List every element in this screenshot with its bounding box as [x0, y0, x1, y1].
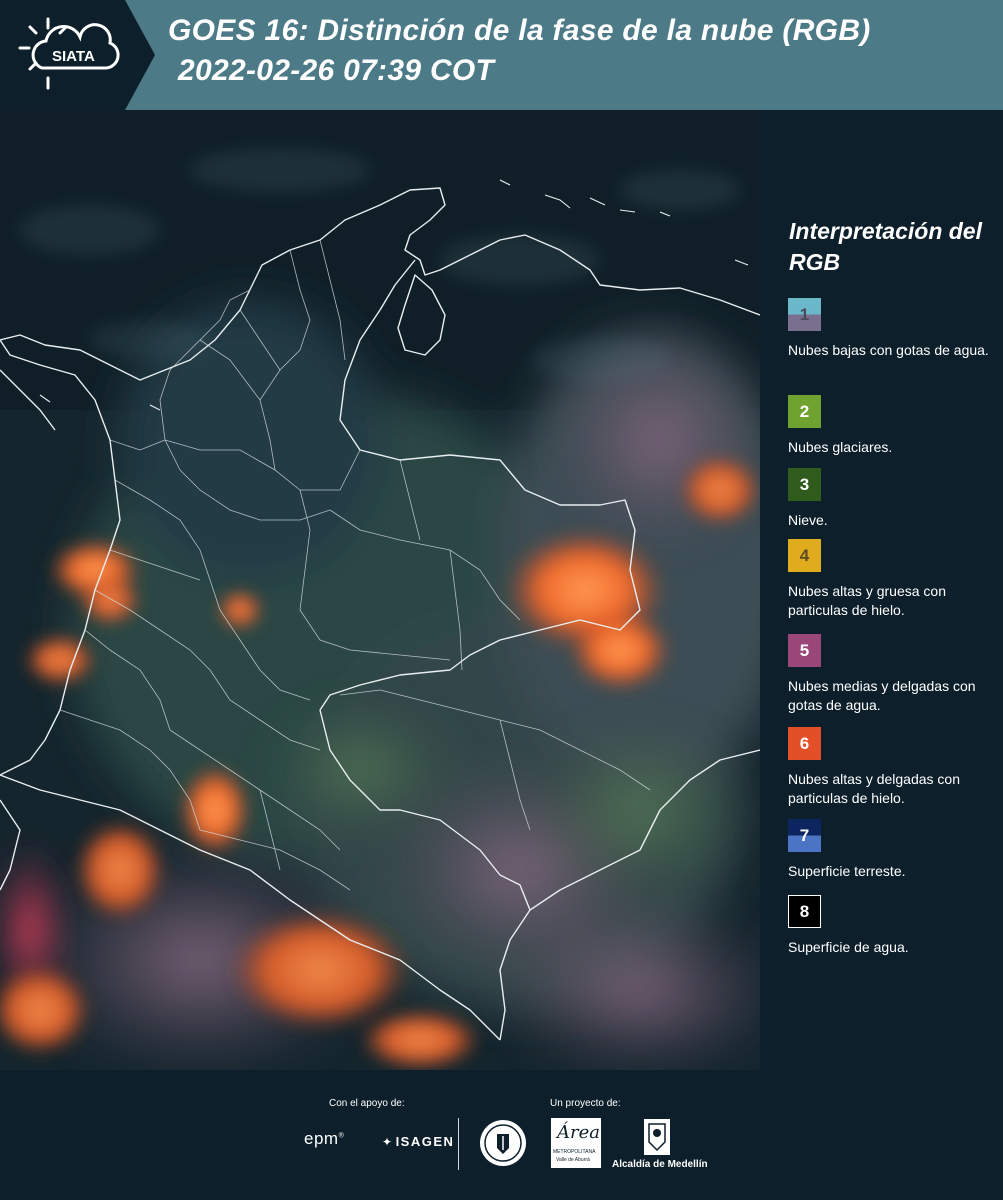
legend-swatch-5: 5	[788, 634, 821, 667]
legend-item-2: 2 Nubes glaciares.	[788, 395, 998, 457]
area-metropolitana-logo: Área METROPOLITANA Valle de Aburrá	[551, 1118, 601, 1168]
legend-item-8: 8 Superficie de agua.	[788, 895, 998, 957]
project-label: Un proyecto de:	[550, 1098, 621, 1109]
support-label: Con el apoyo de:	[329, 1098, 405, 1109]
legend-item-5: 5 Nubes medias y delgadas con gotas de a…	[788, 634, 998, 715]
legend-swatch-8: 8	[788, 895, 821, 928]
epm-logo: epm®	[304, 1129, 345, 1148]
legend-swatch-1: 1	[788, 298, 821, 331]
isagen-logo: ✦ ISAGEN	[382, 1134, 455, 1149]
legend-title: Interpretación del RGB	[789, 218, 982, 275]
legend-swatch-3: 3	[788, 468, 821, 501]
page-title: GOES 16: Distinción de la fase de la nub…	[168, 14, 871, 47]
header-bar: SIATA GOES 16: Distinción de la fase de …	[0, 0, 1003, 110]
legend-label-7: Superficie terreste.	[788, 863, 906, 879]
legend-swatch-4: 4	[788, 539, 821, 572]
legend-item-3: 3 Nieve.	[788, 468, 998, 530]
legend-item-4: 4 Nubes altas y gruesa con particulas de…	[788, 539, 998, 620]
alcaldia-label: Alcaldía de Medellín	[612, 1159, 708, 1170]
siata-logo: SIATA	[0, 0, 155, 110]
legend-label-1: Nubes bajas con gotas de agua.	[788, 342, 989, 358]
satellite-map[interactable]	[0, 110, 760, 1070]
legend-panel: Interpretación del RGB 1 Nubes bajas con…	[760, 110, 1003, 1070]
legend-label-6: Nubes altas y delgadas con particulas de…	[788, 771, 960, 806]
legend-swatch-7: 7	[788, 819, 821, 852]
legend-item-6: 6 Nubes altas y delgadas con particulas …	[788, 727, 998, 808]
legend-label-4: Nubes altas y gruesa con particulas de h…	[788, 583, 946, 618]
legend-label-8: Superficie de agua.	[788, 939, 909, 955]
legend-label-5: Nubes medias y delgadas con gotas de agu…	[788, 678, 976, 713]
legend-item-7: 7 Superficie terreste.	[788, 819, 998, 881]
legend-swatch-2: 2	[788, 395, 821, 428]
isagen-icon: ✦	[382, 1135, 394, 1149]
legend-label-3: Nieve.	[788, 512, 828, 528]
legend-item-1: 1 Nubes bajas con gotas de agua.	[788, 298, 998, 360]
legend-label-2: Nubes glaciares.	[788, 439, 893, 455]
svg-text:SIATA: SIATA	[52, 48, 95, 65]
page-timestamp: 2022-02-26 07:39 COT	[178, 54, 495, 87]
legend-swatch-6: 6	[788, 727, 821, 760]
university-seal-logo	[478, 1118, 528, 1168]
alcaldia-shield-icon	[643, 1118, 671, 1156]
footer: Con el apoyo de: Un proyecto de: epm® ✦ I…	[0, 1070, 1003, 1200]
footer-divider	[458, 1118, 459, 1170]
